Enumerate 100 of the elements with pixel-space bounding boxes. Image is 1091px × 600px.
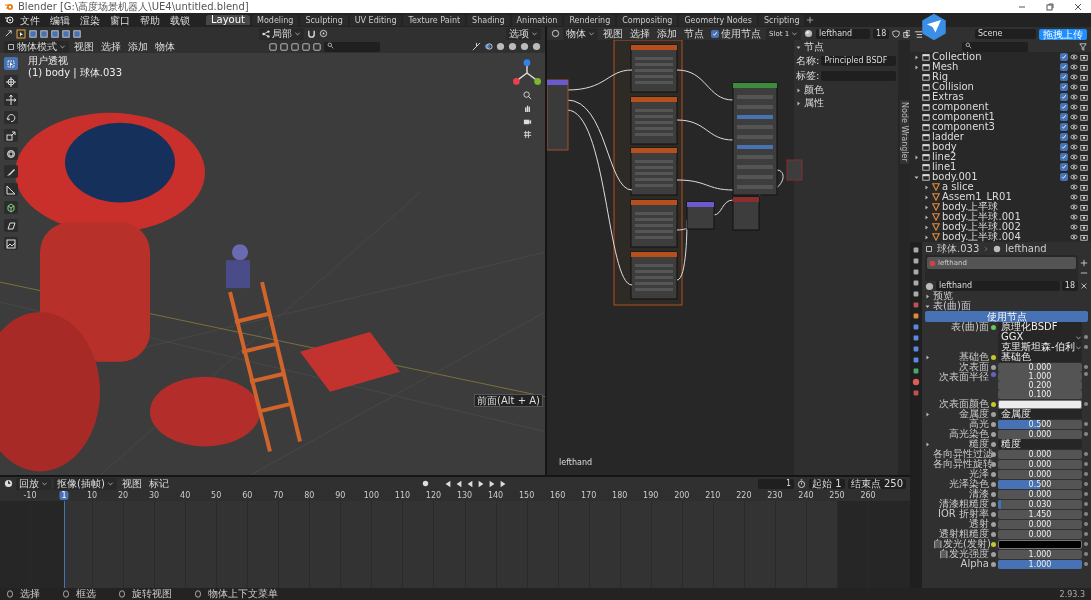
shader-node[interactable] [786, 159, 803, 181]
eye-icon[interactable] [1070, 173, 1078, 181]
color-swatch[interactable] [998, 399, 1082, 409]
checkbox[interactable] [1060, 83, 1068, 91]
jump-end-icon[interactable] [499, 479, 508, 488]
menu-item[interactable]: 视图 [72, 40, 96, 53]
eye-icon[interactable] [1070, 223, 1078, 231]
expand-arrow-icon[interactable] [796, 87, 801, 93]
camera-icon[interactable] [1080, 103, 1088, 111]
socket-dot[interactable] [991, 511, 996, 517]
workspace-tab[interactable]: Shading [467, 14, 510, 26]
outliner-item[interactable]: component1 [932, 112, 995, 122]
socket-dot[interactable] [991, 401, 996, 407]
eye-icon[interactable] [1070, 73, 1078, 81]
measure-icon[interactable] [6, 184, 16, 195]
camera-icon[interactable] [1080, 63, 1088, 71]
checkbox[interactable] [1060, 53, 1068, 61]
eye-icon[interactable] [1070, 93, 1078, 101]
outliner-item[interactable]: component3 [932, 122, 995, 132]
material-icon[interactable] [912, 378, 920, 386]
eye-icon[interactable] [1070, 63, 1078, 71]
mode-dropdown[interactable]: 物体模式 [4, 40, 69, 53]
shader-node[interactable] [732, 196, 760, 231]
camera-icon[interactable] [1080, 93, 1088, 101]
socket-dot[interactable] [991, 372, 996, 377]
camera-icon[interactable] [1080, 153, 1088, 161]
outliner-item[interactable]: Assem1_LR01 [942, 192, 1012, 202]
eye-icon[interactable] [1070, 213, 1078, 221]
use-nodes-checkbox[interactable]: 使用节点 [709, 27, 763, 40]
outliner-item[interactable]: Collection [932, 52, 982, 62]
checkbox[interactable] [1060, 93, 1068, 101]
panel-title[interactable]: 属性 [804, 97, 824, 109]
camera-icon[interactable] [1080, 213, 1088, 221]
outliner-item[interactable]: body.上半球 [942, 202, 999, 212]
image-icon[interactable] [6, 238, 16, 249]
value-slider[interactable]: 1.000 [998, 559, 1082, 569]
socket-dot[interactable] [991, 501, 996, 507]
menu-item[interactable]: 节点 [682, 27, 706, 40]
wireframe-shading-icon[interactable] [496, 42, 505, 51]
outliner-item[interactable]: body [932, 142, 957, 152]
material-sphere-icon[interactable] [925, 281, 934, 291]
close-icon[interactable] [1080, 282, 1088, 290]
grid-icon[interactable] [522, 130, 532, 139]
workspace-tab[interactable]: UV Editing [349, 14, 402, 26]
outliner-display-icon[interactable] [914, 29, 923, 39]
duplicate-icon[interactable] [903, 29, 912, 38]
shader-node[interactable] [630, 147, 678, 196]
linked-input-field[interactable]: 金属度 [998, 409, 1082, 419]
camera-icon[interactable] [1080, 83, 1088, 91]
workspace-tab[interactable]: Geometry Nodes [679, 14, 757, 26]
camera-icon[interactable] [1080, 193, 1088, 201]
value-field[interactable]: 1.000 [998, 372, 1082, 381]
camera-icon[interactable] [522, 117, 532, 126]
material-sphere-icon[interactable] [804, 29, 814, 38]
menu-item[interactable]: 添加 [655, 27, 679, 40]
linked-input-field[interactable]: 原理化BSDF [998, 322, 1082, 332]
jump-start-icon[interactable] [444, 479, 453, 488]
eye-icon[interactable] [1070, 83, 1078, 91]
outliner-item[interactable]: line1 [932, 162, 957, 172]
value-field[interactable]: 0.000 [998, 469, 1082, 479]
pivot-dropdown[interactable]: 局部 [259, 27, 304, 40]
sidebar-tab[interactable]: Node Wrangler [899, 100, 909, 164]
panel-title[interactable]: 表(曲)面 [933, 300, 971, 312]
checkbox[interactable] [1060, 153, 1068, 161]
value-field[interactable]: 0.000 [998, 489, 1082, 499]
material-shading-icon[interactable] [520, 42, 529, 51]
socket-dot[interactable] [991, 461, 996, 467]
checkbox[interactable] [1060, 113, 1068, 121]
socket-dot[interactable] [991, 411, 996, 417]
stopwatch-icon[interactable] [797, 479, 807, 489]
rendered-shading-icon[interactable] [532, 42, 541, 51]
outliner-item[interactable]: ladder [932, 132, 964, 142]
camera-icon[interactable] [1080, 123, 1088, 131]
value-field[interactable]: 0.100 [998, 390, 1082, 399]
workspace-tab[interactable]: Rendering [564, 14, 616, 26]
shader-type-dropdown[interactable]: 物体 [563, 27, 598, 40]
eye-icon[interactable] [1070, 103, 1078, 111]
socket-dot[interactable] [991, 541, 996, 547]
options-dropdown[interactable]: 选项 [506, 27, 541, 40]
outliner-item[interactable]: Collision [932, 82, 974, 92]
outliner-item[interactable]: body.上半球.002 [942, 222, 1021, 232]
camera-icon[interactable] [1080, 203, 1088, 211]
checkbox[interactable] [1060, 63, 1068, 71]
menu-item[interactable]: 载锁 [166, 13, 194, 27]
socket-dot[interactable] [991, 491, 996, 497]
next-keyframe-icon[interactable] [488, 479, 497, 488]
socket-dot[interactable] [991, 471, 996, 477]
playhead-marker[interactable]: 1 [59, 491, 69, 501]
workspace-tab[interactable]: Layout [206, 15, 250, 25]
socket-dot[interactable] [991, 324, 996, 330]
proportional-edit-icon[interactable] [319, 29, 328, 38]
record-icon[interactable] [421, 479, 431, 489]
socket-dot[interactable] [991, 551, 996, 557]
camera-icon[interactable] [1080, 133, 1088, 141]
workspace-tab[interactable]: Scripting [758, 14, 805, 26]
add-icon[interactable] [806, 16, 815, 24]
menu-item[interactable]: 帮助 [136, 13, 164, 27]
outliner-item[interactable]: Mesh [932, 62, 959, 72]
axis-gizmo-icon[interactable] [513, 59, 541, 87]
camera-icon[interactable] [1080, 53, 1088, 61]
